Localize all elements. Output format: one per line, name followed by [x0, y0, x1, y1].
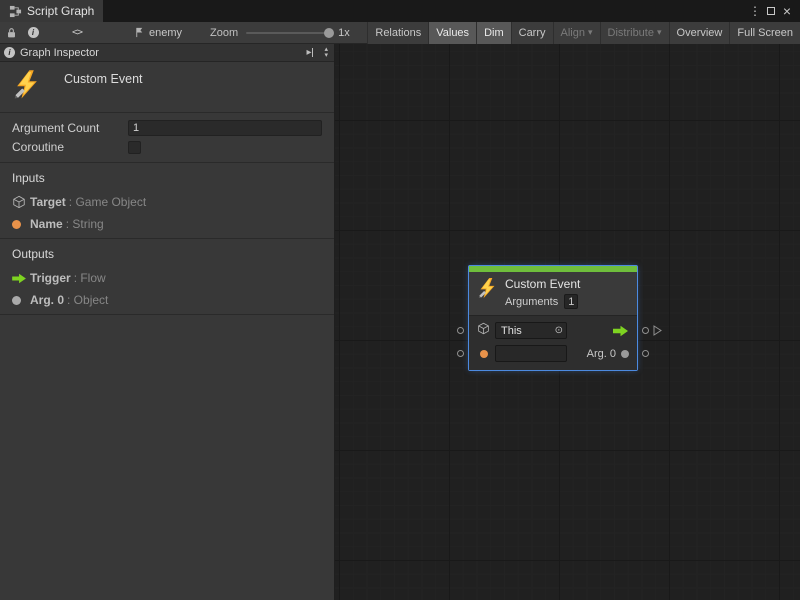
flow-arrow-icon — [12, 273, 30, 284]
chevron-down-icon: ▾ — [588, 27, 593, 38]
graph-inspector-panel: i Graph Inspector ▸ ▴ ▾ — [0, 44, 335, 600]
object-picker-icon[interactable]: ⊙ — [555, 326, 563, 336]
dock-icon[interactable]: ▸ — [306, 47, 313, 58]
arguments-label: Arguments — [505, 296, 558, 308]
zoom-slider-handle[interactable] — [324, 28, 334, 38]
trigger-port-icon[interactable] — [613, 325, 629, 337]
target-object-value: This — [501, 325, 522, 337]
tab-script-graph[interactable]: Script Graph — [0, 0, 103, 22]
node-row-target: This ⊙ — [477, 321, 629, 340]
window-controls: ⋮ × — [747, 0, 800, 22]
argument-count-input[interactable] — [128, 120, 322, 136]
lock-icon[interactable] — [0, 22, 22, 44]
outputs-title: Outputs — [12, 247, 322, 261]
values-button[interactable]: Values — [428, 22, 476, 44]
output-port-arg0[interactable] — [642, 350, 649, 357]
name-input-field[interactable] — [495, 345, 567, 362]
port-row-name: Name : String — [12, 213, 322, 235]
script-graph-window: Script Graph ⋮ × i <> enemy Zoom 1x R — [0, 0, 800, 600]
game-object-cube-icon — [12, 195, 30, 209]
zoom-control: Zoom 1x — [210, 27, 350, 39]
code-icon[interactable]: <> — [66, 22, 88, 44]
string-dot-icon — [12, 220, 30, 229]
port-row-trigger: Trigger : Flow — [12, 267, 322, 289]
target-object-field[interactable]: This ⊙ — [495, 322, 567, 339]
event-header-section: Custom Event — [0, 62, 334, 113]
node-arguments-row: Arguments 1 — [505, 294, 580, 309]
zoom-value: 1x — [338, 27, 350, 39]
graph-asset-name: enemy — [149, 27, 182, 39]
object-port-icon[interactable] — [621, 350, 629, 358]
input-port-target[interactable] — [457, 327, 464, 334]
align-button[interactable]: Align▾ — [553, 22, 600, 44]
input-port-name[interactable] — [457, 350, 464, 357]
graph-asset-breadcrumb[interactable]: enemy — [134, 27, 182, 39]
flow-direction-triangle-icon — [653, 325, 662, 336]
game-object-cube-icon — [477, 322, 490, 340]
scroll-down-icon[interactable]: ▾ — [324, 53, 328, 59]
arguments-count-field[interactable]: 1 — [564, 294, 578, 309]
graph-toolbar: i <> enemy Zoom 1x Relations Values Dim … — [0, 22, 800, 44]
event-fields-section: Argument Count Coroutine — [0, 113, 334, 163]
kebab-menu-icon[interactable]: ⋮ — [747, 0, 763, 22]
event-title: Custom Event — [64, 72, 143, 86]
inspector-header: i Graph Inspector ▸ ▴ ▾ — [0, 44, 334, 62]
zoom-slider[interactable] — [246, 32, 330, 34]
info-icon: i — [28, 27, 39, 38]
scroll-arrows[interactable]: ▴ ▾ — [324, 47, 328, 59]
tab-bar: Script Graph ⋮ × — [0, 0, 800, 22]
coroutine-checkbox[interactable] — [128, 141, 141, 154]
info-icon: i — [4, 47, 15, 58]
relations-button[interactable]: Relations — [367, 22, 428, 44]
inspector-empty-area — [0, 315, 334, 600]
maximize-icon[interactable] — [763, 0, 779, 22]
object-dot-icon — [12, 296, 30, 305]
overview-button[interactable]: Overview — [669, 22, 730, 44]
chevron-down-icon: ▾ — [657, 27, 662, 38]
maximize-box — [767, 7, 775, 15]
toolbar-buttons: Relations Values Dim Carry Align▾ Distri… — [367, 22, 800, 44]
dim-button[interactable]: Dim — [476, 22, 511, 44]
string-port-icon[interactable] — [477, 350, 490, 358]
tab-label: Script Graph — [27, 4, 94, 18]
carry-button[interactable]: Carry — [511, 22, 553, 44]
node-title: Custom Event — [505, 277, 580, 291]
inspector-toggle-icon[interactable]: i — [22, 22, 44, 44]
distribute-button[interactable]: Distribute▾ — [600, 22, 669, 44]
close-icon[interactable]: × — [779, 0, 795, 22]
inspector-title: Graph Inspector — [20, 47, 99, 59]
outputs-section: Outputs Trigger : Flow Arg. 0 : Object — [0, 239, 334, 315]
coroutine-label: Coroutine — [12, 140, 128, 154]
argument-count-row: Argument Count — [12, 119, 322, 137]
zoom-label: Zoom — [210, 27, 238, 39]
node-body: This ⊙ Arg. 0 — [469, 315, 637, 370]
custom-event-icon — [477, 277, 498, 309]
node-row-name: Arg. 0 — [477, 344, 629, 363]
arg0-label: Arg. 0 — [587, 348, 616, 360]
custom-event-node[interactable]: Custom Event Arguments 1 This — [469, 266, 637, 370]
script-graph-icon — [9, 5, 22, 18]
graph-canvas[interactable]: Custom Event Arguments 1 This — [335, 44, 800, 600]
port-row-arg0: Arg. 0 : Object — [12, 289, 322, 311]
coroutine-row: Coroutine — [12, 139, 322, 157]
graph-asset-icon — [134, 27, 145, 38]
port-row-target: Target : Game Object — [12, 191, 322, 213]
full-screen-button[interactable]: Full Screen — [729, 22, 800, 44]
custom-event-icon — [12, 69, 42, 104]
argument-count-label: Argument Count — [12, 121, 128, 135]
inputs-section: Inputs Target : Game Object Name : Strin… — [0, 163, 334, 239]
node-header[interactable]: Custom Event Arguments 1 — [469, 272, 637, 315]
output-port-trigger[interactable] — [642, 327, 649, 334]
inputs-title: Inputs — [12, 171, 322, 185]
